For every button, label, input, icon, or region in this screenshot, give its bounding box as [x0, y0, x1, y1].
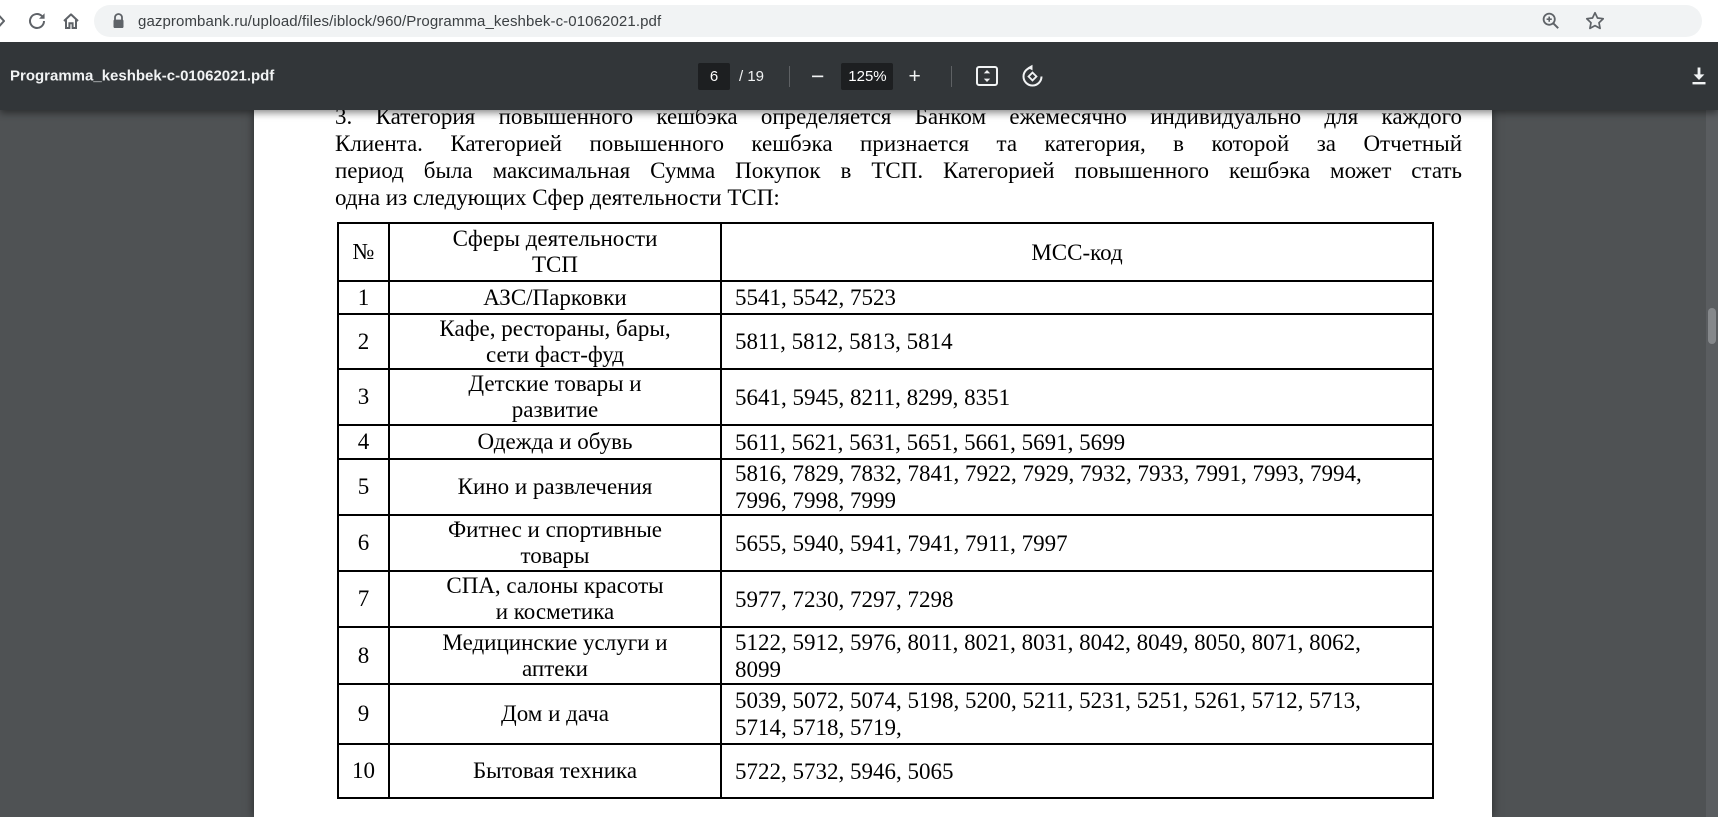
row-mcc: 5811, 5812, 5813, 5814: [720, 313, 1434, 370]
zoom-out-button[interactable]: −: [811, 64, 824, 88]
fit-to-page-button[interactable]: [974, 63, 1000, 89]
paragraph-line: 3. Категория повышенного кешбэка определ…: [335, 110, 1462, 129]
table-row: 7 СПА, салоны красоты и косметика 5977, …: [337, 570, 1434, 628]
table-row: 3 Детские товары и развитие 5641, 5945, …: [337, 368, 1434, 426]
row-num: 4: [337, 424, 390, 460]
paragraph-line: Клиента. Категорией повышенного кешбэка …: [335, 131, 1462, 156]
table-row: 4 Одежда и обувь 5611, 5621, 5631, 5651,…: [337, 424, 1434, 460]
pdf-page: 3. Категория повышенного кешбэка определ…: [254, 110, 1492, 817]
rotate-page-button[interactable]: [1020, 64, 1045, 89]
row-mcc: 5816, 7829, 7832, 7841, 7922, 7929, 7932…: [720, 458, 1434, 516]
row-num: 7: [337, 570, 390, 628]
row-num: 8: [337, 626, 390, 685]
row-num: 5: [337, 458, 390, 516]
scrollbar-track[interactable]: [1706, 110, 1718, 817]
paragraph-line: период была максимальная Сумма Покупок в…: [335, 158, 1462, 183]
row-mcc: 5977, 7230, 7297, 7298: [720, 570, 1434, 628]
pdf-filename-title: Programma_keshbek-c-01062021.pdf: [10, 67, 275, 85]
row-mcc: 5641, 5945, 8211, 8299, 8351: [720, 368, 1434, 426]
row-num: 10: [337, 743, 390, 799]
table-row: 6 Фитнес и спортивные товары 5655, 5940,…: [337, 514, 1434, 572]
url-address-bar[interactable]: gazprombank.ru/upload/files/iblock/960/P…: [94, 5, 1702, 37]
table-row: 5 Кино и развлечения 5816, 7829, 7832, 7…: [337, 458, 1434, 516]
zoom-level-display: 125%: [841, 62, 894, 90]
download-icon[interactable]: [1688, 65, 1710, 87]
row-mcc: 5655, 5940, 5941, 7941, 7911, 7997: [720, 514, 1434, 572]
reload-icon[interactable]: [27, 11, 47, 31]
page-zoom-icon[interactable]: [1541, 11, 1561, 31]
pdf-viewer-area: 3. Категория повышенного кешбэка определ…: [0, 110, 1718, 817]
row-category: СПА, салоны красоты и косметика: [388, 570, 722, 628]
page-count-label: / 19: [739, 67, 765, 85]
mcc-table: № Сферы деятельности ТСП МСС-код 1 АЗС/П…: [337, 222, 1434, 799]
home-icon[interactable]: [61, 11, 81, 31]
table-header-row: № Сферы деятельности ТСП МСС-код: [337, 222, 1434, 282]
row-num: 3: [337, 368, 390, 426]
row-mcc: 5039, 5072, 5074, 5198, 5200, 5211, 5231…: [720, 683, 1434, 745]
row-mcc: 5611, 5621, 5631, 5651, 5661, 5691, 5699: [720, 424, 1434, 460]
row-category: Дом и дача: [388, 683, 722, 745]
page-number-input[interactable]: [698, 62, 730, 90]
table-row: 8 Медицинские услуги и аптеки 5122, 5912…: [337, 626, 1434, 685]
bookmark-star-icon[interactable]: [1585, 11, 1605, 31]
row-mcc: 5541, 5542, 7523: [720, 280, 1434, 315]
row-mcc: 5122, 5912, 5976, 8011, 8021, 8031, 8042…: [720, 626, 1434, 685]
row-category: Кафе, рестораны, бары, сети фаст-фуд: [388, 313, 722, 370]
toolbar-divider: [950, 65, 952, 87]
browser-toolbar: gazprombank.ru/upload/files/iblock/960/P…: [0, 0, 1718, 42]
row-num: 6: [337, 514, 390, 572]
forward-icon-partial[interactable]: [0, 13, 5, 29]
toolbar-divider: [789, 65, 791, 87]
url-text: gazprombank.ru/upload/files/iblock/960/P…: [138, 12, 662, 30]
row-category: АЗС/Парковки: [388, 280, 722, 315]
row-category: Медицинские услуги и аптеки: [388, 626, 722, 685]
row-category: Кино и развлечения: [388, 458, 722, 516]
row-category: Детские товары и развитие: [388, 368, 722, 426]
document-paragraph: 3. Категория повышенного кешбэка определ…: [335, 110, 1462, 211]
pdf-page-controls: / 19 − 125% +: [698, 42, 1045, 110]
scrollbar-thumb[interactable]: [1708, 308, 1716, 344]
row-category: Фитнес и спортивные товары: [388, 514, 722, 572]
zoom-in-button[interactable]: +: [908, 66, 920, 87]
table-row: 2 Кафе, рестораны, бары, сети фаст-фуд 5…: [337, 313, 1434, 370]
row-category: Одежда и обувь: [388, 424, 722, 460]
table-row: 1 АЗС/Парковки 5541, 5542, 7523: [337, 280, 1434, 315]
row-mcc: 5722, 5732, 5946, 5065: [720, 743, 1434, 799]
header-category: Сферы деятельности ТСП: [388, 222, 722, 282]
header-num: №: [337, 222, 390, 282]
row-num: 2: [337, 313, 390, 370]
row-num: 9: [337, 683, 390, 745]
row-num: 1: [337, 280, 390, 315]
header-mcc: МСС-код: [720, 222, 1434, 282]
row-category: Бытовая техника: [388, 743, 722, 799]
pdf-viewer-toolbar: Programma_keshbek-c-01062021.pdf / 19 − …: [0, 42, 1718, 110]
table-row: 9 Дом и дача 5039, 5072, 5074, 5198, 520…: [337, 683, 1434, 745]
table-row: 10 Бытовая техника 5722, 5732, 5946, 506…: [337, 743, 1434, 799]
paragraph-line: одна из следующих Сфер деятельности ТСП:: [335, 185, 780, 210]
lock-icon[interactable]: [110, 12, 127, 30]
